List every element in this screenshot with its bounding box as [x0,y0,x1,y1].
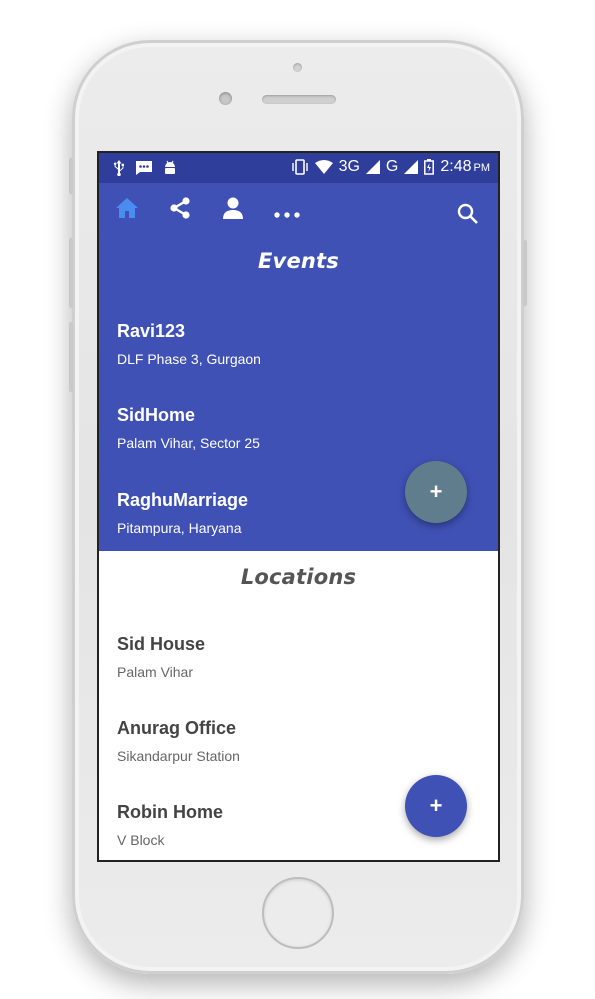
search-icon[interactable] [457,203,479,230]
location-address: Palam Vihar [117,664,194,680]
locations-title: Locations [240,565,357,589]
location-name: Anurag Office [117,718,237,738]
signal-icon [365,160,380,174]
more-icon[interactable] [274,205,300,223]
mute-switch [69,158,73,194]
power-button [523,240,527,306]
location-name: Sid House [117,634,206,654]
location-item-anurag-office[interactable]: Anurag Office Sikandarpur Station [117,717,417,765]
battery-icon [424,159,435,175]
network-type-3g: 3G [338,158,360,175]
event-item-sidhome[interactable]: SidHome Palam Vihar, Sector 25 [117,404,417,452]
event-name: SidHome [117,405,196,425]
location-name: Robin Home [117,802,223,822]
person-icon[interactable] [222,197,244,224]
event-address: Palam Vihar, Sector 25 [117,435,260,451]
proximity-sensor [293,63,302,72]
add-location-button[interactable]: + [405,775,467,837]
events-panel: Events Ravi123 DLF Phase 3, Gurgaon SidH… [99,183,498,551]
clock-ampm: PM [473,162,491,174]
signal-icon-2 [404,160,419,174]
clock: 2:48 PM [440,158,490,176]
app-screen: 3G G 2:48 PM Events Ravi123 DLF Phase 3,… [99,153,498,860]
volume-down-button [69,322,73,392]
event-name: RaghuMarriage [117,490,249,510]
event-address: Pitampura, Haryana [117,520,242,536]
clock-time: 2:48 [440,158,472,175]
events-title: Events [258,249,339,273]
message-icon [135,160,153,176]
system-icons: 3G G 2:48 PM [291,158,490,176]
event-item-raghumarriage[interactable]: RaghuMarriage Pitampura, Haryana [117,489,417,537]
volume-up-button [69,238,73,308]
notification-icons [113,160,177,176]
share-icon[interactable] [169,197,191,224]
location-address: Sikandarpur Station [117,748,240,764]
event-item-ravi123[interactable]: Ravi123 DLF Phase 3, Gurgaon [117,320,417,368]
android-icon [163,160,177,176]
locations-panel: Locations Sid House Palam Vihar Anurag O… [99,551,498,860]
front-camera [219,92,232,105]
location-item-robin-home[interactable]: Robin Home V Block [117,801,417,849]
earpiece-speaker [262,95,336,104]
location-item-sid-house[interactable]: Sid House Palam Vihar [117,633,417,681]
add-event-button[interactable]: + [405,461,467,523]
home-button[interactable] [262,877,334,949]
network-type-g: G [385,158,399,175]
event-address: DLF Phase 3, Gurgaon [117,351,261,367]
vibrate-icon [291,159,309,175]
home-icon[interactable] [115,197,139,224]
event-name: Ravi123 [117,321,186,341]
status-bar: 3G G 2:48 PM [99,153,498,183]
wifi-icon [314,160,333,174]
location-address: V Block [117,832,165,848]
phone-screen: 3G G 2:48 PM Events Ravi123 DLF Phase 3,… [97,151,500,862]
usb-icon [113,160,125,176]
